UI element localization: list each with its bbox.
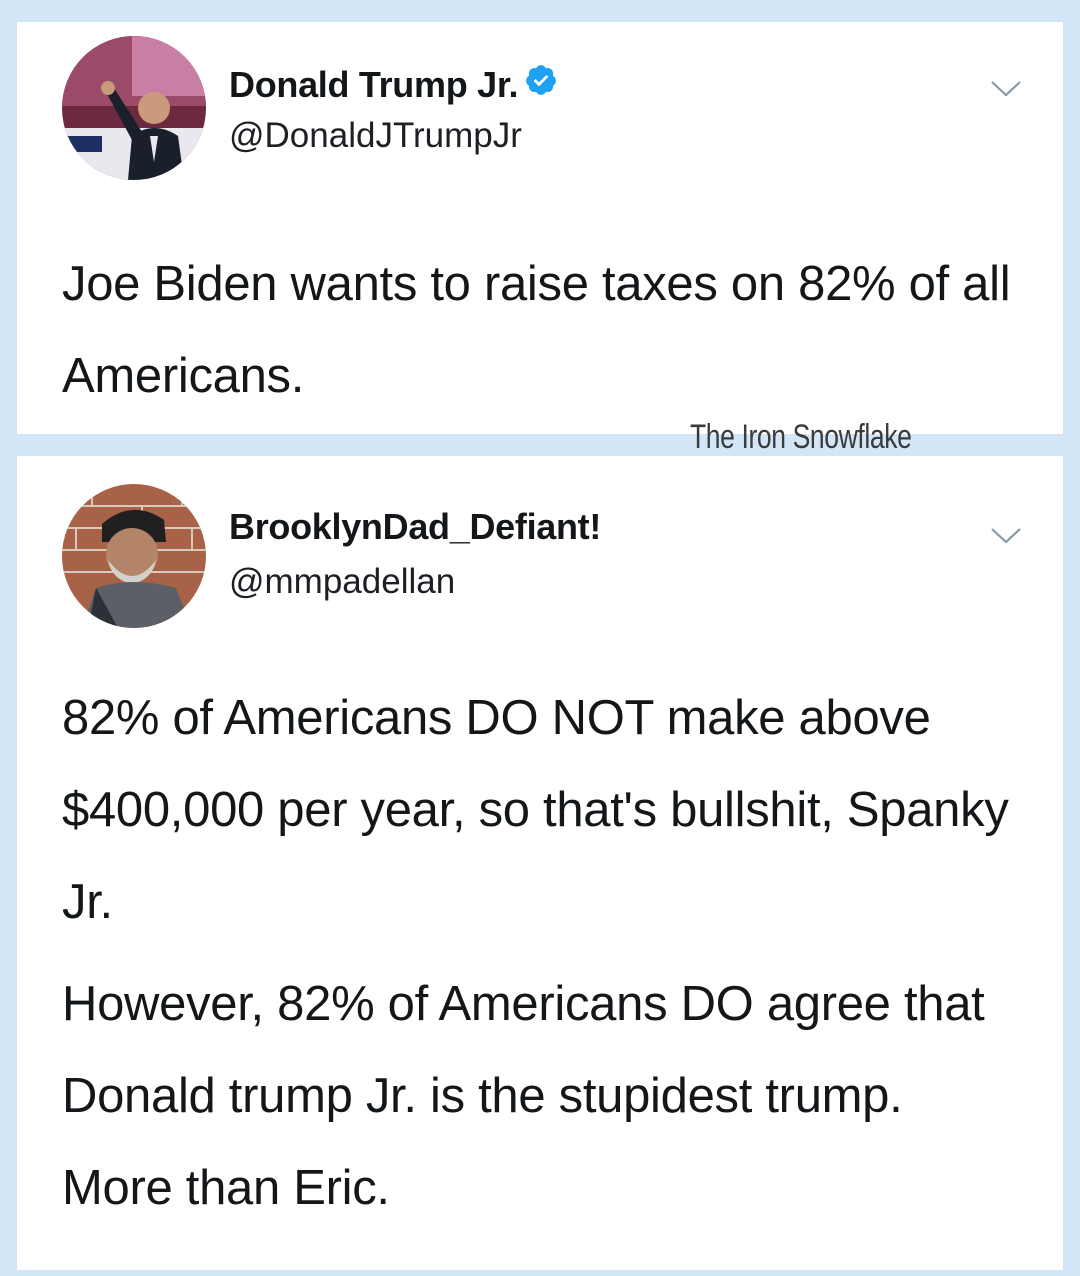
verified-badge-icon [524,63,558,106]
tweet-text-paragraph: However, 82% of Americans DO agree that … [62,977,985,1215]
tweet-text-paragraph: 82% of Americans DO NOT make above $400,… [62,691,1009,929]
tweet-card-original[interactable]: Donald Trump Jr. @DonaldJTrumpJr Joe Bid… [17,22,1063,434]
author-handle[interactable]: @DonaldJTrumpJr [229,116,522,156]
screenshot-frame: Donald Trump Jr. @DonaldJTrumpJr Joe Bid… [0,0,1080,1276]
avatar-donald-trump-jr[interactable] [62,36,206,180]
author-name[interactable]: BrooklynDad_Defiant! [229,506,601,548]
chevron-down-icon[interactable] [989,524,1023,548]
watermark-text: The Iron Snowflake [690,418,912,456]
author-handle[interactable]: @mmpadellan [229,562,455,602]
author-name-text: Donald Trump Jr. [229,64,519,105]
author-name[interactable]: Donald Trump Jr. [229,64,558,106]
chevron-down-icon[interactable] [989,77,1023,101]
avatar-image [62,484,206,628]
avatar-brooklyndad[interactable] [62,484,206,628]
tweet-card-reply[interactable]: BrooklynDad_Defiant! @mmpadellan 82% of … [17,456,1063,1270]
tweet-text: Joe Biden wants to raise taxes on 82% of… [62,257,1011,403]
avatar-image [62,36,206,180]
